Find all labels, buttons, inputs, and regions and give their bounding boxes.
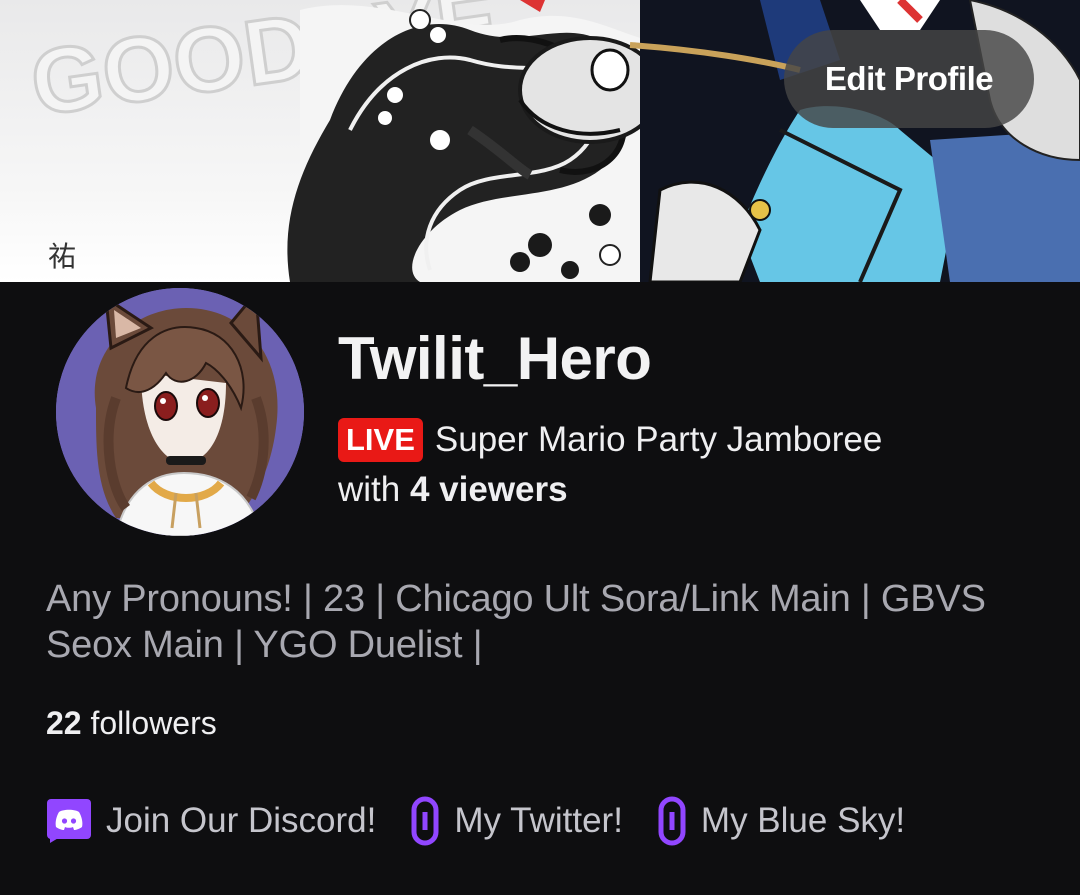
- profile-banner: GOODBYE 祐 Edit Profile: [0, 0, 1080, 282]
- avatar[interactable]: [56, 288, 304, 536]
- game-link[interactable]: Super Mario Party Jamboree: [435, 420, 882, 460]
- channel-name: Twilit_Hero: [338, 325, 652, 392]
- followers-label: followers: [90, 705, 217, 741]
- viewer-count: 4 viewers: [409, 470, 568, 509]
- followers-number: 22: [46, 705, 82, 741]
- live-status-row: LIVE Super Mario Party Jamboree: [338, 418, 882, 462]
- link-icon: [657, 796, 687, 846]
- channel-bio: Any Pronouns! | 23 | Chicago Ult Sora/Li…: [46, 578, 986, 666]
- discord-icon: [46, 798, 92, 844]
- social-links: Join Our Discord! My Twitter! My Blue Sk…: [46, 796, 939, 846]
- bluesky-link[interactable]: My Blue Sky!: [657, 796, 905, 846]
- discord-link[interactable]: Join Our Discord!: [46, 798, 376, 844]
- bluesky-link-label: My Blue Sky!: [700, 801, 906, 840]
- live-badge: LIVE: [338, 418, 423, 462]
- svg-text:祐: 祐: [48, 240, 76, 273]
- viewers-prefix: with: [338, 470, 401, 509]
- link-icon: [410, 796, 440, 846]
- twitter-link[interactable]: My Twitter!: [410, 796, 623, 846]
- followers-count[interactable]: 22 followers: [46, 705, 217, 742]
- avatar-image: [56, 288, 304, 536]
- discord-link-label: Join Our Discord!: [106, 801, 377, 840]
- edit-profile-button[interactable]: Edit Profile: [784, 30, 1034, 128]
- twitter-link-label: My Twitter!: [454, 801, 623, 840]
- viewer-count-row: with 4 viewers: [338, 470, 568, 510]
